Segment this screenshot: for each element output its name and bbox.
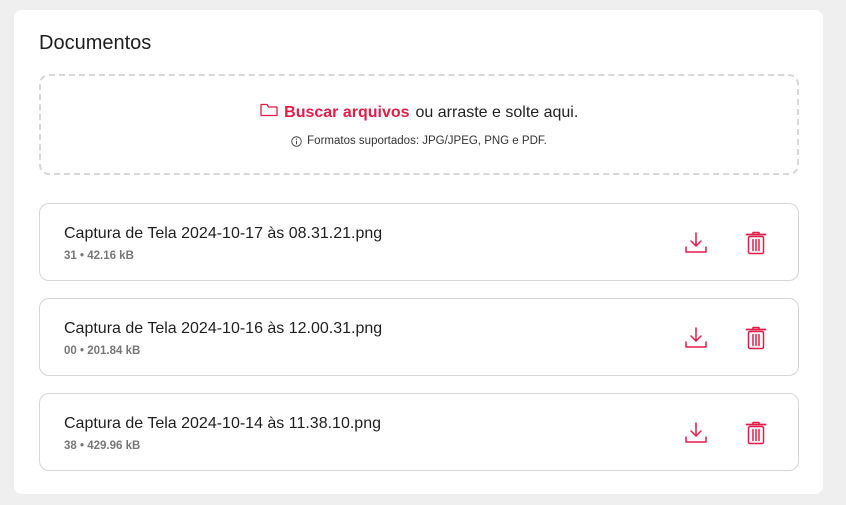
documents-card: Documentos Buscar arquivos ou arraste e … [14, 10, 823, 494]
delete-button[interactable] [743, 230, 769, 256]
file-meta: 38 • 429.96 kB [64, 440, 141, 452]
supported-formats: Formatos suportados: JPG/JPEG, PNG e PDF… [41, 135, 797, 147]
file-item: Captura de Tela 2024-10-14 às 11.38.10.… [39, 393, 799, 471]
info-icon [291, 135, 302, 147]
download-icon [685, 422, 707, 443]
dropzone-prompt: Buscar arquivos ou arraste e solte aqui. [41, 103, 797, 122]
download-button[interactable] [683, 420, 709, 446]
trash-icon [745, 421, 767, 445]
file-meta: 31 • 42.16 kB [64, 250, 134, 262]
trash-icon [745, 326, 767, 350]
file-item: Captura de Tela 2024-10-17 às 08.31.21.… [39, 203, 799, 281]
download-button[interactable] [683, 230, 709, 256]
supported-formats-text: Formatos suportados: JPG/JPEG, PNG e PDF… [307, 135, 547, 147]
dropzone-instruction: ou arraste e solte aqui. [415, 103, 579, 121]
download-button[interactable] [683, 325, 709, 351]
browse-files-link[interactable]: Buscar arquivos [260, 103, 410, 122]
file-name: Captura de Tela 2024-10-17 às 08.31.21.… [64, 225, 383, 242]
section-title: Documentos [39, 32, 152, 54]
delete-button[interactable] [743, 420, 769, 446]
file-meta: 00 • 201.84 kB [64, 345, 141, 357]
trash-icon [745, 231, 767, 255]
delete-button[interactable] [743, 325, 769, 351]
folder-icon [260, 103, 278, 117]
file-name: Captura de Tela 2024-10-16 às 12.00.31.… [64, 320, 383, 337]
download-icon [685, 232, 707, 253]
file-name: Captura de Tela 2024-10-14 às 11.38.10.… [64, 415, 381, 432]
file-item: Captura de Tela 2024-10-16 às 12.00.31.… [39, 298, 799, 376]
browse-files-label: Buscar arquivos [284, 104, 410, 121]
file-dropzone[interactable]: Buscar arquivos ou arraste e solte aqui.… [39, 74, 799, 175]
download-icon [685, 327, 707, 348]
